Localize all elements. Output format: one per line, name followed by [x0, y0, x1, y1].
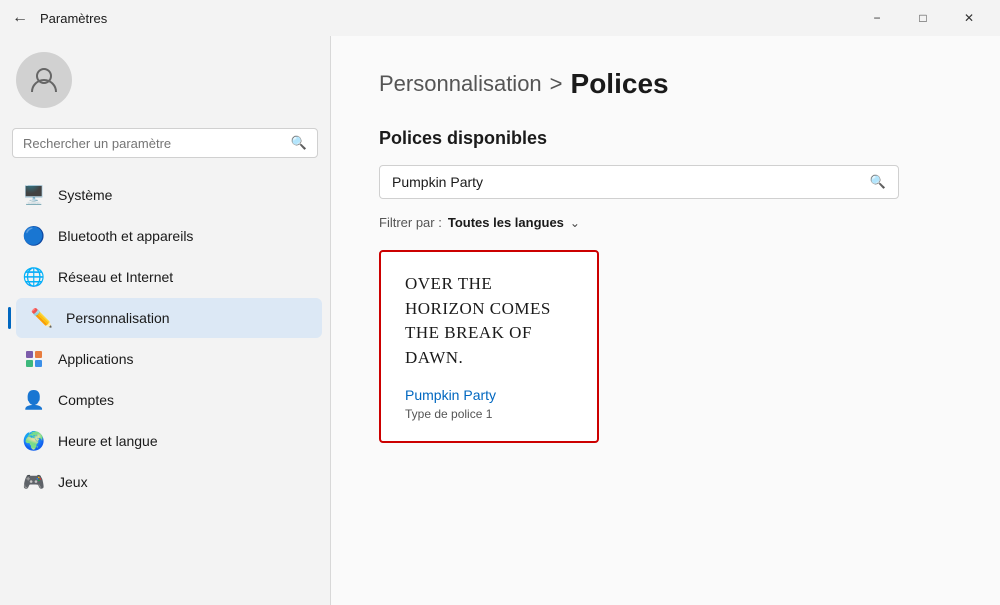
breadcrumb-separator: >	[550, 71, 563, 97]
font-name-link[interactable]: Pumpkin Party	[405, 387, 573, 403]
sidebar-item-comptes[interactable]: 👤 Comptes	[8, 380, 322, 420]
comptes-icon: 👤	[24, 390, 44, 410]
sidebar-item-reseau[interactable]: 🌐 Réseau et Internet	[8, 257, 322, 297]
search-input[interactable]	[23, 136, 283, 151]
breadcrumb-parent: Personnalisation	[379, 71, 542, 97]
font-search-container[interactable]: 🔍	[379, 165, 899, 199]
nav-item-wrapper-heure: 🌍 Heure et langue	[0, 421, 330, 461]
section-heading: Polices disponibles	[379, 128, 952, 149]
search-box[interactable]: 🔍	[12, 128, 318, 158]
sidebar-item-apps[interactable]: Applications	[8, 339, 322, 379]
back-button[interactable]: ←	[8, 5, 32, 31]
nav-item-wrapper-apps: Applications	[0, 339, 330, 379]
search-icon: 🔍	[291, 135, 307, 151]
app-title: Paramètres	[40, 11, 107, 26]
minimize-button[interactable]: −	[854, 2, 900, 34]
font-preview-text: OVER THE HORIZON COMES THE BREAK OF DAWN…	[405, 272, 573, 371]
main-panel: Personnalisation > Polices Polices dispo…	[331, 36, 1000, 605]
title-bar: ← Paramètres − □ ✕	[0, 0, 1000, 36]
sidebar-item-label-apps: Applications	[58, 351, 134, 367]
sidebar: 🔍 🖥️ Système 🔵 Bluetooth et appareils 🌐	[0, 36, 330, 605]
filter-value[interactable]: Toutes les langues	[448, 215, 564, 230]
font-type: Type de police 1	[405, 407, 573, 421]
sidebar-item-label-reseau: Réseau et Internet	[58, 269, 173, 285]
chevron-down-icon[interactable]: ⌄	[570, 216, 580, 230]
reseau-icon: 🌐	[24, 267, 44, 287]
nav-item-wrapper-bluetooth: 🔵 Bluetooth et appareils	[0, 216, 330, 256]
sidebar-item-label-heure: Heure et langue	[58, 433, 158, 449]
nav-item-wrapper-jeux: 🎮 Jeux	[0, 462, 330, 502]
sidebar-item-jeux[interactable]: 🎮 Jeux	[8, 462, 322, 502]
font-search-input[interactable]	[392, 174, 862, 190]
perso-icon: ✏️	[32, 308, 52, 328]
sidebar-item-label-comptes: Comptes	[58, 392, 114, 408]
avatar	[16, 52, 72, 108]
sidebar-item-heure[interactable]: 🌍 Heure et langue	[8, 421, 322, 461]
sidebar-item-label-systeme: Système	[58, 187, 112, 203]
sidebar-item-bluetooth[interactable]: 🔵 Bluetooth et appareils	[8, 216, 322, 256]
nav-item-wrapper-perso: ✏️ Personnalisation	[0, 298, 330, 338]
sidebar-item-label-jeux: Jeux	[58, 474, 88, 490]
maximize-button[interactable]: □	[900, 2, 946, 34]
font-card[interactable]: OVER THE HORIZON COMES THE BREAK OF DAWN…	[379, 250, 599, 443]
sidebar-item-label-perso: Personnalisation	[66, 310, 170, 326]
nav-list: 🖥️ Système 🔵 Bluetooth et appareils 🌐 Ré…	[0, 174, 330, 503]
sidebar-item-label-bluetooth: Bluetooth et appareils	[58, 228, 193, 244]
nav-item-wrapper-systeme: 🖥️ Système	[0, 175, 330, 215]
active-indicator	[8, 307, 11, 329]
close-button[interactable]: ✕	[946, 2, 992, 34]
search-container: 🔍	[12, 128, 318, 158]
apps-icon	[24, 349, 44, 369]
heure-icon: 🌍	[24, 431, 44, 451]
systeme-icon: 🖥️	[24, 185, 44, 205]
filter-row: Filtrer par : Toutes les langues ⌄	[379, 215, 952, 230]
window-controls: − □ ✕	[854, 2, 992, 34]
jeux-icon: 🎮	[24, 472, 44, 492]
app-body: 🔍 🖥️ Système 🔵 Bluetooth et appareils 🌐	[0, 36, 1000, 605]
nav-item-wrapper-comptes: 👤 Comptes	[0, 380, 330, 420]
sidebar-item-perso[interactable]: ✏️ Personnalisation	[16, 298, 322, 338]
font-search-icon: 🔍	[870, 174, 886, 190]
filter-label: Filtrer par :	[379, 215, 442, 230]
nav-item-wrapper-reseau: 🌐 Réseau et Internet	[0, 257, 330, 297]
sidebar-item-systeme[interactable]: 🖥️ Système	[8, 175, 322, 215]
breadcrumb: Personnalisation > Polices	[379, 68, 952, 100]
bluetooth-icon: 🔵	[24, 226, 44, 246]
breadcrumb-current: Polices	[571, 68, 669, 100]
user-area	[0, 36, 330, 128]
